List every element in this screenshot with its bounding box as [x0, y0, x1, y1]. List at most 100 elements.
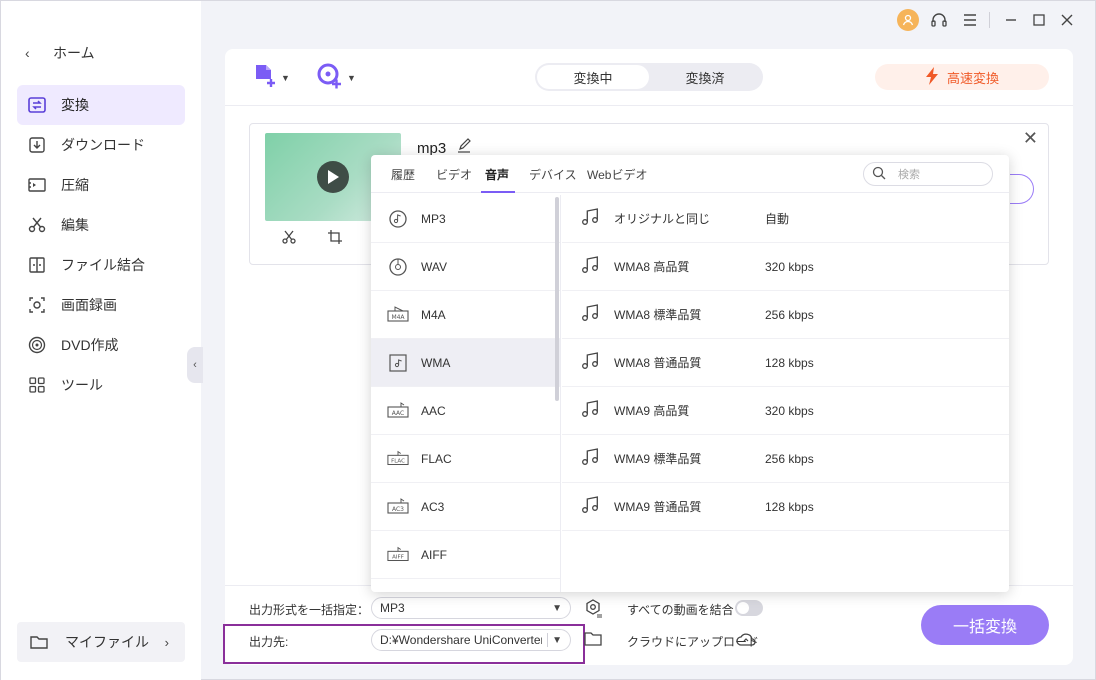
output-path-value: D:¥Wondershare UniConverter 1	[380, 633, 542, 647]
close-icon[interactable]: ✕	[1023, 128, 1038, 149]
svg-text:AC3: AC3	[392, 506, 404, 513]
quality-rate: 256 kbps	[765, 307, 814, 322]
music-note-icon	[580, 255, 600, 278]
user-avatar-icon[interactable]	[897, 9, 919, 31]
music-note-icon	[580, 351, 600, 374]
music-note-icon	[580, 399, 600, 422]
list-item[interactable]: WAV	[371, 243, 560, 291]
list-item[interactable]: AAC AAC	[371, 387, 560, 435]
quality-row[interactable]: WMA9 普通品質 128 kbps	[562, 483, 1009, 531]
download-icon	[27, 135, 47, 155]
wma-file-icon	[387, 352, 409, 374]
disc-icon	[387, 256, 409, 278]
add-disc-icon	[317, 63, 343, 92]
convert-icon	[27, 95, 47, 115]
tab-converted[interactable]: 変換済	[649, 65, 761, 89]
quality-row[interactable]: オリジナルと同じ 自動	[562, 195, 1009, 243]
format-search-input[interactable]: 検索	[863, 162, 993, 186]
sidebar-item-label: ツール	[61, 377, 103, 393]
folder-icon	[29, 632, 49, 652]
cloud-upload-icon[interactable]	[735, 630, 757, 651]
headset-icon[interactable]	[929, 9, 949, 31]
ac3-file-icon: AC3	[387, 496, 409, 518]
chevron-down-icon: ▼	[552, 634, 562, 646]
minimize-icon[interactable]	[1001, 9, 1021, 31]
music-note-icon	[580, 447, 600, 470]
menu-icon[interactable]	[961, 9, 979, 31]
tab-device[interactable]: デバイス	[529, 166, 577, 183]
sidebar-item-dvd[interactable]: DVD作成	[17, 325, 185, 365]
quality-name: WMA9 標準品質	[614, 452, 702, 466]
quality-name: WMA8 標準品質	[614, 308, 702, 322]
scissors-icon[interactable]	[281, 229, 297, 248]
tab-audio[interactable]: 音声	[485, 166, 509, 183]
music-note-icon	[580, 207, 600, 230]
quality-row[interactable]: WMA8 高品質 320 kbps	[562, 243, 1009, 291]
quality-row[interactable]: WMA8 標準品質 256 kbps	[562, 291, 1009, 339]
output-format-select[interactable]: MP3 ▼	[371, 597, 571, 619]
settings-icon[interactable]	[583, 598, 603, 621]
title-divider	[989, 12, 990, 28]
sidebar-item-edit[interactable]: 編集	[17, 205, 185, 245]
sidebar-item-label: 画面録画	[61, 297, 117, 313]
convert-button[interactable]	[1010, 174, 1034, 204]
format-list-scrollbar[interactable]	[555, 197, 559, 401]
maximize-icon[interactable]	[1029, 9, 1049, 31]
merge-all-label: すべての動画を結合	[627, 603, 734, 617]
list-item[interactable]: WMA	[371, 339, 560, 387]
format-label: MP3	[421, 211, 446, 226]
quality-row[interactable]: WMA9 高品質 320 kbps	[562, 387, 1009, 435]
my-files-label: マイファイル	[65, 634, 149, 650]
tab-web-video[interactable]: Webビデオ	[587, 166, 647, 183]
sidebar-item-screen-record[interactable]: 画面録画	[17, 285, 185, 325]
output-path-select[interactable]: D:¥Wondershare UniConverter 1 ▼	[371, 629, 571, 651]
sidebar-item-tools[interactable]: ツール	[17, 365, 185, 405]
svg-text:M4A: M4A	[391, 314, 405, 321]
add-media-button[interactable]: ▼	[317, 63, 356, 92]
play-icon[interactable]	[317, 161, 349, 193]
quality-rate: 320 kbps	[765, 403, 814, 418]
quality-rate: 128 kbps	[765, 499, 814, 514]
quality-row[interactable]: WMA9 標準品質 256 kbps	[562, 435, 1009, 483]
folder-icon[interactable]	[583, 630, 603, 651]
chevron-down-icon: ▼	[347, 72, 356, 83]
music-note-icon	[580, 495, 600, 518]
add-file-button[interactable]: ▼	[253, 63, 290, 92]
sidebar-item-download[interactable]: ダウンロード	[17, 125, 185, 165]
sidebar-item-merge[interactable]: ファイル結合	[17, 245, 185, 285]
chevron-left-icon: ‹	[25, 45, 30, 61]
convert-all-button[interactable]: 一括変換	[921, 605, 1049, 645]
list-item[interactable]: FLAC FLAC	[371, 435, 560, 483]
my-files-button[interactable]: マイファイル ›	[17, 622, 185, 662]
close-icon[interactable]	[1057, 9, 1077, 31]
list-item[interactable]: M4A M4A	[371, 291, 560, 339]
add-file-icon	[253, 63, 277, 92]
list-item[interactable]: AIFF AIFF	[371, 531, 560, 579]
fast-convert-button[interactable]: 高速変換	[875, 64, 1049, 90]
quality-list: オリジナルと同じ 自動 WMA8 高品質 320 kbps WMA8 標準品質 …	[562, 195, 1009, 592]
sidebar-item-label: ダウンロード	[61, 137, 145, 153]
crop-icon[interactable]	[327, 229, 343, 248]
sidebar: ‹ ホーム 変換 ダウンロード 圧縮 編集 ファイル結合 画面録画 DVD作成 …	[1, 1, 201, 680]
format-label: WMA	[421, 355, 451, 370]
format-label: WAV	[421, 259, 447, 274]
home-link[interactable]: ‹ ホーム	[25, 41, 95, 65]
tab-video[interactable]: ビデオ	[436, 166, 472, 183]
quality-name: オリジナルと同じ	[614, 212, 711, 226]
list-item[interactable]: AC3 AC3	[371, 483, 560, 531]
sidebar-item-label: DVD作成	[61, 337, 119, 353]
compress-icon	[27, 175, 47, 195]
quality-row[interactable]: WMA8 普通品質 128 kbps	[562, 339, 1009, 387]
scissors-icon	[27, 215, 47, 235]
tab-history[interactable]: 履歴	[391, 166, 415, 183]
merge-all-toggle[interactable]	[735, 600, 763, 616]
sidebar-item-compress[interactable]: 圧縮	[17, 165, 185, 205]
format-label: AIFF	[421, 547, 447, 562]
flac-file-icon: FLAC	[387, 448, 409, 470]
list-item[interactable]: MP3	[371, 195, 560, 243]
dvd-icon	[27, 335, 47, 355]
quality-rate: 自動	[765, 212, 790, 226]
sidebar-collapse-handle[interactable]: ‹	[187, 347, 203, 383]
tab-converting[interactable]: 変換中	[537, 65, 649, 89]
sidebar-item-convert[interactable]: 変換	[17, 85, 185, 125]
